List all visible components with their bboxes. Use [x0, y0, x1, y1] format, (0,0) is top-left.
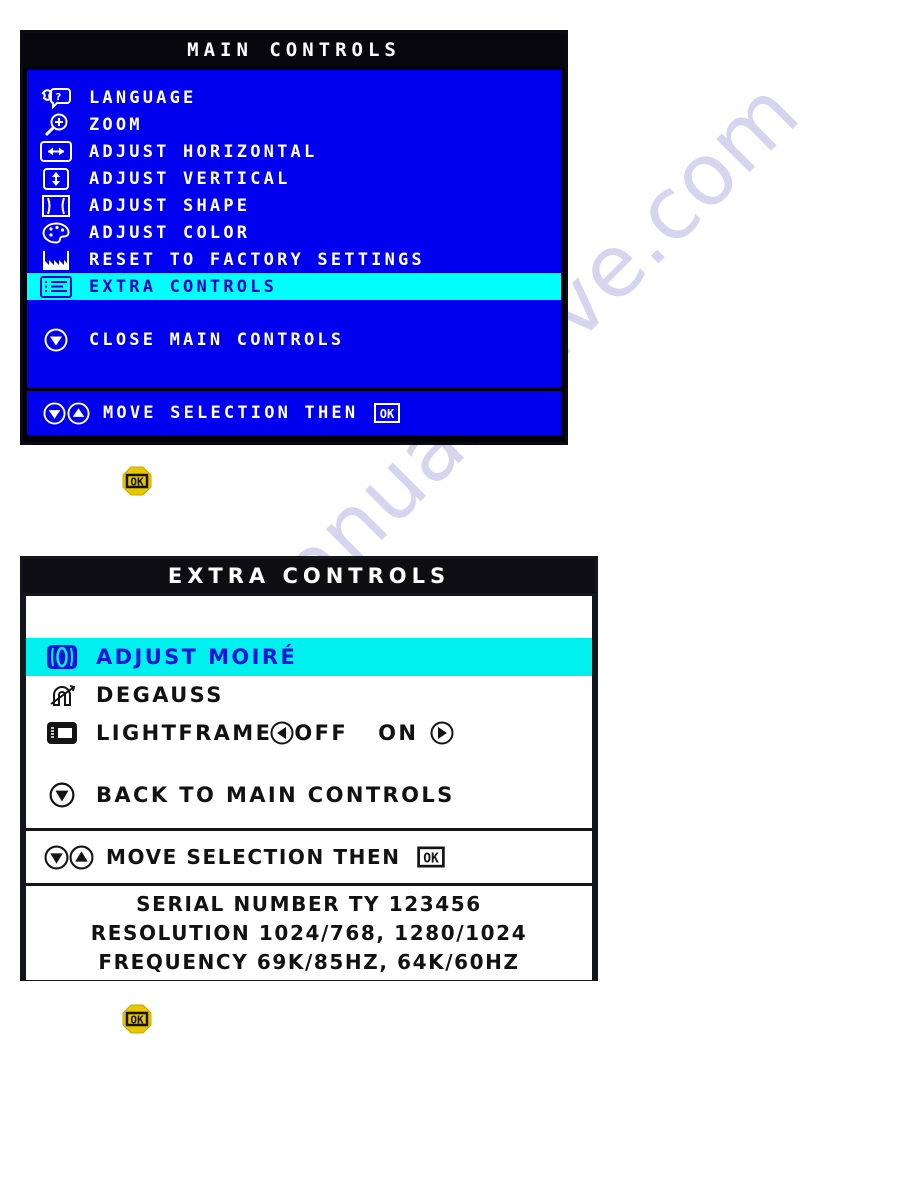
lightframe-icon — [44, 720, 80, 746]
main-controls-footer: MOVE SELECTION THEN OK — [27, 391, 561, 435]
menu-item-label: LANGUAGE — [89, 87, 197, 108]
shape-icon — [39, 194, 73, 217]
extra-controls-title: EXTRA CONTROLS — [23, 559, 595, 593]
extra-controls-osd-panel: EXTRA CONTROLS ADJUST MOIRÉ DEGAUSS LIGH… — [20, 556, 598, 981]
extra-controls-menu-list: ADJUST MOIRÉ DEGAUSS LIGHTFRAME OFF ON B… — [26, 596, 592, 828]
list-icon — [39, 275, 73, 298]
svg-text:?: ? — [55, 92, 64, 103]
menu-item-adjust-color[interactable]: ADJUST COLOR — [27, 219, 561, 246]
menu-item-zoom[interactable]: ZOOM — [27, 111, 561, 138]
extra-controls-hint-label: MOVE SELECTION THEN — [106, 845, 401, 869]
menu-item-label: ADJUST HORIZONTAL — [89, 141, 318, 162]
ok-button-badge[interactable]: OK — [122, 1004, 152, 1034]
main-controls-footer-label: MOVE SELECTION THEN — [103, 403, 359, 423]
menu-spacer — [26, 616, 592, 638]
left-arrow-circle-icon[interactable] — [270, 721, 294, 745]
up-chevron-circle-icon — [69, 845, 94, 870]
menu-item-extra-controls[interactable]: EXTRA CONTROLS — [27, 273, 561, 300]
menu-item-label: ADJUST MOIRÉ — [96, 645, 298, 669]
language-icon: ? — [39, 87, 73, 109]
menu-item-reset-factory[interactable]: RESET TO FACTORY SETTINGS — [27, 246, 561, 273]
menu-item-language[interactable]: ? LANGUAGE — [27, 84, 561, 111]
palette-icon — [39, 221, 73, 244]
resolution-line: RESOLUTION 1024/768, 1280/1024 — [90, 921, 528, 945]
ok-key-icon: OK — [416, 846, 445, 868]
main-controls-osd-panel: MAIN CONTROLS ? LANGUAGE ZOOM ADJUST HOR… — [20, 30, 568, 445]
frequency-line: FREQUENCY 69K/85HZ, 64K/60HZ — [98, 950, 520, 974]
ok-button-badge[interactable]: OK — [122, 466, 152, 496]
menu-item-label: ADJUST VERTICAL — [89, 168, 291, 189]
down-chevron-circle-icon — [39, 328, 73, 351]
menu-item-adjust-horizontal[interactable]: ADJUST HORIZONTAL — [27, 138, 561, 165]
zoom-icon — [39, 113, 73, 136]
up-chevron-circle-icon — [67, 401, 91, 425]
degauss-magnet-icon — [44, 682, 80, 708]
svg-text:OK: OK — [130, 1014, 144, 1027]
menu-item-lightframe[interactable]: LIGHTFRAME OFF ON — [26, 714, 592, 752]
menu-item-degauss[interactable]: DEGAUSS — [26, 676, 592, 714]
menu-spacer — [26, 752, 592, 776]
main-controls-menu-list: ? LANGUAGE ZOOM ADJUST HORIZONTAL ADJUST… — [27, 70, 561, 388]
svg-text:OK: OK — [130, 476, 144, 489]
menu-spacer — [27, 300, 561, 326]
vertical-arrows-icon — [39, 167, 73, 190]
extra-controls-info-block: SERIAL NUMBER TY 123456 RESOLUTION 1024/… — [26, 886, 592, 980]
serial-number-line: SERIAL NUMBER TY 123456 — [136, 892, 482, 916]
menu-item-label: ADJUST SHAPE — [89, 195, 251, 216]
extra-controls-hint-bar: MOVE SELECTION THEN OK — [26, 831, 592, 883]
menu-item-label: RESET TO FACTORY SETTINGS — [89, 249, 425, 270]
back-to-main-controls-label: BACK TO MAIN CONTROLS — [96, 783, 455, 807]
menu-item-adjust-moire[interactable]: ADJUST MOIRÉ — [26, 638, 592, 676]
close-main-controls-label: CLOSE MAIN CONTROLS — [89, 329, 345, 350]
menu-item-label: DEGAUSS — [96, 683, 224, 707]
horizontal-arrows-icon — [39, 141, 73, 163]
menu-item-adjust-shape[interactable]: ADJUST SHAPE — [27, 192, 561, 219]
down-chevron-circle-icon — [43, 401, 67, 425]
main-controls-title: MAIN CONTROLS — [23, 33, 565, 67]
lightframe-option-off[interactable]: OFF — [294, 721, 348, 745]
menu-item-label: ADJUST COLOR — [89, 222, 251, 243]
moire-icon — [44, 644, 80, 670]
down-chevron-circle-icon — [44, 782, 80, 808]
lightframe-option-on[interactable]: ON — [378, 721, 418, 745]
factory-reset-icon — [39, 249, 73, 271]
svg-text:OK: OK — [380, 407, 395, 421]
menu-item-label: ZOOM — [89, 114, 143, 135]
svg-text:OK: OK — [423, 851, 439, 866]
menu-item-label: EXTRA CONTROLS — [89, 276, 278, 297]
right-arrow-circle-icon[interactable] — [430, 721, 454, 745]
ok-key-icon: OK — [374, 403, 401, 423]
menu-item-adjust-vertical[interactable]: ADJUST VERTICAL — [27, 165, 561, 192]
menu-item-close-main-controls[interactable]: CLOSE MAIN CONTROLS — [27, 326, 561, 353]
menu-item-label: LIGHTFRAME — [96, 721, 273, 745]
menu-item-back-to-main-controls[interactable]: BACK TO MAIN CONTROLS — [26, 776, 592, 814]
down-chevron-circle-icon — [44, 845, 69, 870]
